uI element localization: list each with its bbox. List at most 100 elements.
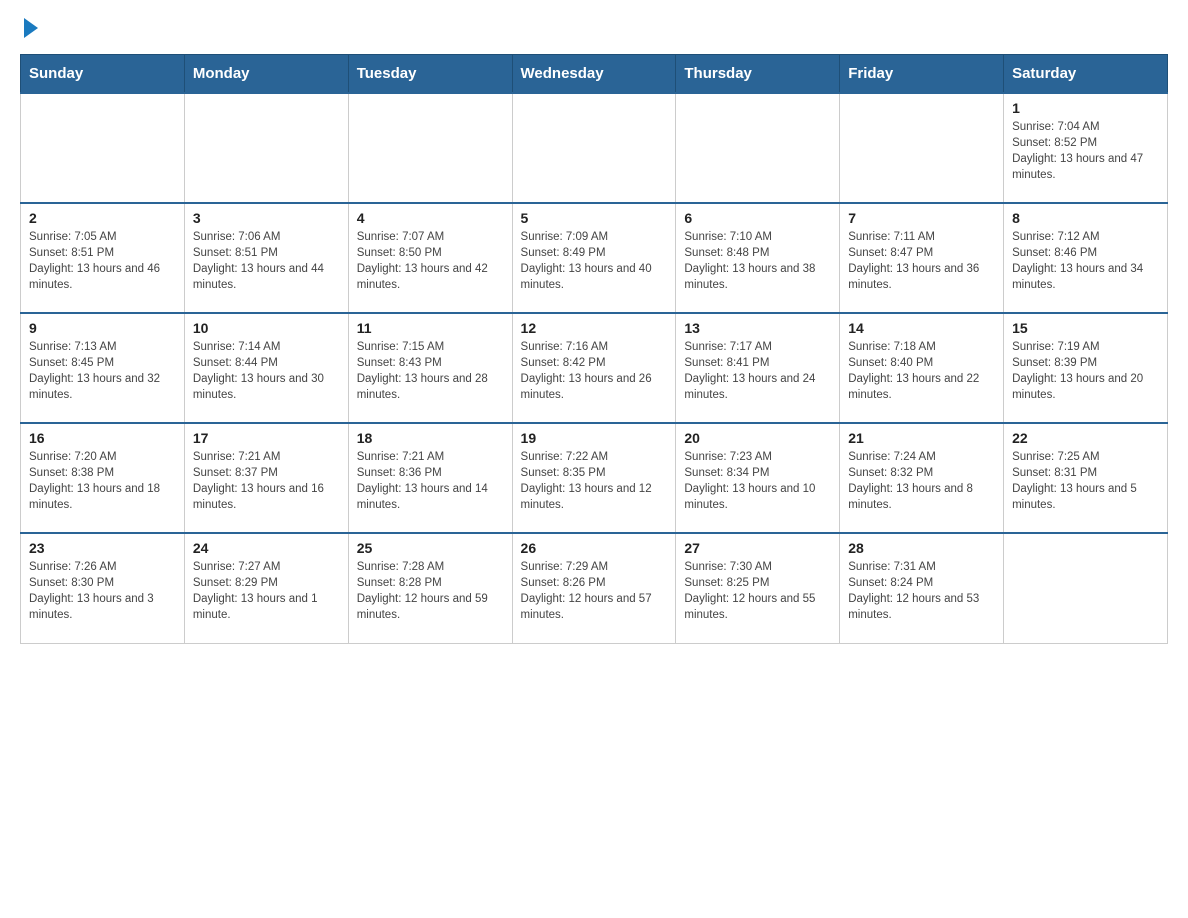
column-header-sunday: Sunday (21, 55, 185, 94)
day-info: Sunrise: 7:04 AM Sunset: 8:52 PM Dayligh… (1012, 119, 1159, 183)
calendar-cell (348, 93, 512, 203)
calendar-week-row: 1 Sunrise: 7:04 AM Sunset: 8:52 PM Daylig… (21, 93, 1168, 203)
calendar-cell: 25 Sunrise: 7:28 AM Sunset: 8:28 PM Dayli… (348, 533, 512, 643)
day-number: 15 (1012, 320, 1159, 336)
calendar-table: SundayMondayTuesdayWednesdayThursdayFrid… (20, 54, 1168, 644)
day-number: 2 (29, 210, 176, 226)
calendar-cell: 26 Sunrise: 7:29 AM Sunset: 8:26 PM Dayli… (512, 533, 676, 643)
day-info: Sunrise: 7:20 AM Sunset: 8:38 PM Dayligh… (29, 449, 176, 513)
calendar-cell: 5 Sunrise: 7:09 AM Sunset: 8:49 PM Daylig… (512, 203, 676, 313)
day-number: 9 (29, 320, 176, 336)
day-number: 22 (1012, 430, 1159, 446)
day-info: Sunrise: 7:22 AM Sunset: 8:35 PM Dayligh… (521, 449, 668, 513)
day-number: 7 (848, 210, 995, 226)
calendar-cell: 13Sunrise: 7:17 AM Sunset: 8:41 PM Dayli… (676, 313, 840, 423)
day-info: Sunrise: 7:30 AM Sunset: 8:25 PM Dayligh… (684, 559, 831, 623)
day-info: Sunrise: 7:25 AM Sunset: 8:31 PM Dayligh… (1012, 449, 1159, 513)
day-info: Sunrise: 7:11 AM Sunset: 8:47 PM Dayligh… (848, 229, 995, 293)
day-info: Sunrise: 7:18 AM Sunset: 8:40 PM Dayligh… (848, 339, 995, 403)
day-info: Sunrise: 7:28 AM Sunset: 8:28 PM Dayligh… (357, 559, 504, 623)
calendar-cell: 20 Sunrise: 7:23 AM Sunset: 8:34 PM Dayli… (676, 423, 840, 533)
calendar-cell: 9 Sunrise: 7:13 AM Sunset: 8:45 PM Daylig… (21, 313, 185, 423)
day-number: 10 (193, 320, 340, 336)
calendar-cell: 28 Sunrise: 7:31 AM Sunset: 8:24 PM Dayli… (840, 533, 1004, 643)
day-info: Sunrise: 7:17 AM Sunset: 8:41 PM Dayligh… (684, 339, 831, 403)
day-info: Sunrise: 7:29 AM Sunset: 8:26 PM Dayligh… (521, 559, 668, 623)
calendar-cell: 21 Sunrise: 7:24 AM Sunset: 8:32 PM Dayli… (840, 423, 1004, 533)
calendar-cell: 2 Sunrise: 7:05 AM Sunset: 8:51 PM Daylig… (21, 203, 185, 313)
day-number: 4 (357, 210, 504, 226)
page-header (20, 20, 1168, 38)
calendar-cell: 19 Sunrise: 7:22 AM Sunset: 8:35 PM Dayli… (512, 423, 676, 533)
day-number: 23 (29, 540, 176, 556)
day-number: 20 (684, 430, 831, 446)
day-info: Sunrise: 7:23 AM Sunset: 8:34 PM Dayligh… (684, 449, 831, 513)
day-info: Sunrise: 7:10 AM Sunset: 8:48 PM Dayligh… (684, 229, 831, 293)
day-number: 5 (521, 210, 668, 226)
calendar-cell: 11Sunrise: 7:15 AM Sunset: 8:43 PM Dayli… (348, 313, 512, 423)
calendar-cell (840, 93, 1004, 203)
day-info: Sunrise: 7:27 AM Sunset: 8:29 PM Dayligh… (193, 559, 340, 623)
day-number: 12 (521, 320, 668, 336)
day-info: Sunrise: 7:21 AM Sunset: 8:36 PM Dayligh… (357, 449, 504, 513)
day-info: Sunrise: 7:14 AM Sunset: 8:44 PM Dayligh… (193, 339, 340, 403)
day-number: 27 (684, 540, 831, 556)
day-number: 16 (29, 430, 176, 446)
day-info: Sunrise: 7:21 AM Sunset: 8:37 PM Dayligh… (193, 449, 340, 513)
day-number: 21 (848, 430, 995, 446)
calendar-week-row: 2 Sunrise: 7:05 AM Sunset: 8:51 PM Daylig… (21, 203, 1168, 313)
column-header-thursday: Thursday (676, 55, 840, 94)
day-info: Sunrise: 7:31 AM Sunset: 8:24 PM Dayligh… (848, 559, 995, 623)
day-info: Sunrise: 7:06 AM Sunset: 8:51 PM Dayligh… (193, 229, 340, 293)
calendar-cell: 3 Sunrise: 7:06 AM Sunset: 8:51 PM Daylig… (184, 203, 348, 313)
calendar-cell (676, 93, 840, 203)
calendar-week-row: 16 Sunrise: 7:20 AM Sunset: 8:38 PM Dayli… (21, 423, 1168, 533)
column-header-tuesday: Tuesday (348, 55, 512, 94)
calendar-cell: 14 Sunrise: 7:18 AM Sunset: 8:40 PM Dayli… (840, 313, 1004, 423)
calendar-cell: 7 Sunrise: 7:11 AM Sunset: 8:47 PM Daylig… (840, 203, 1004, 313)
day-number: 6 (684, 210, 831, 226)
calendar-cell (184, 93, 348, 203)
day-number: 28 (848, 540, 995, 556)
calendar-cell (512, 93, 676, 203)
column-header-saturday: Saturday (1004, 55, 1168, 94)
calendar-cell: 10 Sunrise: 7:14 AM Sunset: 8:44 PM Dayli… (184, 313, 348, 423)
calendar-cell (1004, 533, 1168, 643)
calendar-cell (21, 93, 185, 203)
calendar-cell: 6 Sunrise: 7:10 AM Sunset: 8:48 PM Daylig… (676, 203, 840, 313)
day-number: 11 (357, 320, 504, 336)
day-info: Sunrise: 7:24 AM Sunset: 8:32 PM Dayligh… (848, 449, 995, 513)
calendar-cell: 27 Sunrise: 7:30 AM Sunset: 8:25 PM Dayli… (676, 533, 840, 643)
calendar-cell: 23 Sunrise: 7:26 AM Sunset: 8:30 PM Dayli… (21, 533, 185, 643)
logo (20, 20, 38, 38)
calendar-cell: 17Sunrise: 7:21 AM Sunset: 8:37 PM Dayli… (184, 423, 348, 533)
day-info: Sunrise: 7:13 AM Sunset: 8:45 PM Dayligh… (29, 339, 176, 403)
day-info: Sunrise: 7:05 AM Sunset: 8:51 PM Dayligh… (29, 229, 176, 293)
day-number: 3 (193, 210, 340, 226)
calendar-cell: 18Sunrise: 7:21 AM Sunset: 8:36 PM Dayli… (348, 423, 512, 533)
calendar-cell: 22 Sunrise: 7:25 AM Sunset: 8:31 PM Dayli… (1004, 423, 1168, 533)
calendar-cell: 12 Sunrise: 7:16 AM Sunset: 8:42 PM Dayli… (512, 313, 676, 423)
day-number: 8 (1012, 210, 1159, 226)
calendar-week-row: 9 Sunrise: 7:13 AM Sunset: 8:45 PM Daylig… (21, 313, 1168, 423)
day-number: 26 (521, 540, 668, 556)
day-info: Sunrise: 7:07 AM Sunset: 8:50 PM Dayligh… (357, 229, 504, 293)
calendar-cell: 8 Sunrise: 7:12 AM Sunset: 8:46 PM Daylig… (1004, 203, 1168, 313)
calendar-cell: 1 Sunrise: 7:04 AM Sunset: 8:52 PM Daylig… (1004, 93, 1168, 203)
day-number: 19 (521, 430, 668, 446)
logo-arrow-icon (24, 18, 38, 38)
column-header-wednesday: Wednesday (512, 55, 676, 94)
calendar-cell: 24Sunrise: 7:27 AM Sunset: 8:29 PM Dayli… (184, 533, 348, 643)
day-info: Sunrise: 7:26 AM Sunset: 8:30 PM Dayligh… (29, 559, 176, 623)
column-header-monday: Monday (184, 55, 348, 94)
day-info: Sunrise: 7:19 AM Sunset: 8:39 PM Dayligh… (1012, 339, 1159, 403)
column-header-friday: Friday (840, 55, 1004, 94)
day-number: 1 (1012, 100, 1159, 116)
day-info: Sunrise: 7:09 AM Sunset: 8:49 PM Dayligh… (521, 229, 668, 293)
day-number: 14 (848, 320, 995, 336)
day-number: 25 (357, 540, 504, 556)
calendar-week-row: 23 Sunrise: 7:26 AM Sunset: 8:30 PM Dayli… (21, 533, 1168, 643)
day-info: Sunrise: 7:16 AM Sunset: 8:42 PM Dayligh… (521, 339, 668, 403)
day-info: Sunrise: 7:12 AM Sunset: 8:46 PM Dayligh… (1012, 229, 1159, 293)
calendar-header-row: SundayMondayTuesdayWednesdayThursdayFrid… (21, 55, 1168, 94)
